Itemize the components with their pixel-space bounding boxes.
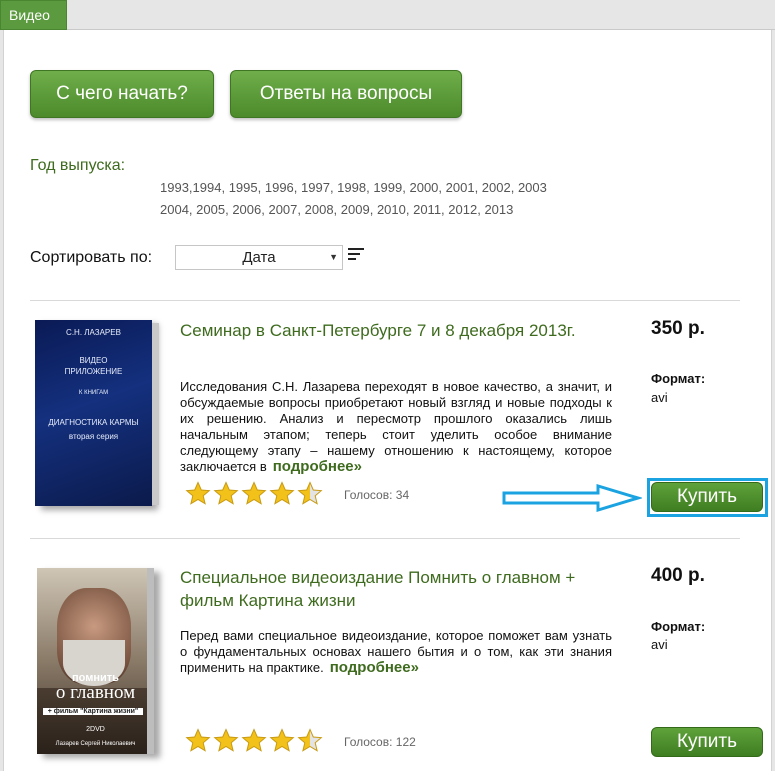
year-filter-label-colon: :	[120, 157, 126, 174]
cover-line: + фильм "Картина жизни"	[43, 708, 143, 715]
cover-line: 2DVD	[86, 726, 105, 733]
faq-button[interactable]: Ответы на вопросы	[230, 70, 462, 118]
star-icon[interactable]	[297, 481, 323, 507]
buy-button[interactable]: Купить	[651, 727, 763, 757]
year-link[interactable]: 2001,	[442, 180, 479, 195]
year-link[interactable]: 2009,	[337, 202, 374, 217]
year-link[interactable]: 2003	[514, 180, 547, 195]
cover-author: С.Н. ЛАЗАРЕВ	[66, 328, 121, 337]
right-arrow-icon	[502, 484, 642, 512]
product-price: 350 р.	[651, 318, 705, 339]
cover-line: ДИАГНОСТИКА КАРМЫ	[48, 418, 139, 427]
star-icon[interactable]	[269, 728, 295, 754]
year-link[interactable]: 2008,	[301, 202, 338, 217]
cover-line: К КНИГАМ	[78, 390, 109, 396]
star-icon[interactable]	[269, 481, 295, 507]
sort-select[interactable]: Дата ▼	[175, 245, 343, 270]
more-link[interactable]: подробнее»	[330, 659, 419, 676]
star-icon[interactable]	[213, 728, 239, 754]
star-icon[interactable]	[297, 728, 323, 754]
product-title[interactable]: Семинар в Санкт-Петербурге 7 и 8 декабря…	[180, 319, 580, 342]
star-icon[interactable]	[185, 481, 211, 507]
divider	[30, 300, 740, 301]
cover-line: вторая серия	[68, 432, 119, 441]
format-label: Формат:	[651, 619, 706, 634]
year-link[interactable]: 1993,	[160, 180, 193, 195]
year-list-row-1: 1993,1994, 1995, 1996, 1997, 1998, 1999,…	[160, 178, 620, 198]
year-filter-label: Год выпуска:	[30, 157, 125, 175]
buy-button[interactable]: Купить	[651, 482, 763, 512]
rating-stars[interactable]	[185, 481, 335, 507]
cover-line: о главном	[55, 682, 136, 703]
cover-line: Лазарев Сергей Николаевич	[55, 741, 136, 747]
year-link[interactable]: 1999,	[370, 180, 406, 195]
year-link[interactable]: 1995,	[225, 180, 262, 195]
year-link[interactable]: 2002,	[478, 180, 515, 195]
year-link[interactable]: 2007,	[265, 202, 301, 217]
product-description: Исследования С.Н. Лазарева переходят в н…	[180, 379, 612, 475]
year-link[interactable]: 1994,	[193, 180, 226, 195]
star-icon[interactable]	[241, 481, 267, 507]
product-cover-image[interactable]: помнить о главном + фильм "Картина жизни…	[37, 568, 154, 754]
cover-spine	[152, 323, 159, 505]
chevron-down-icon: ▼	[329, 252, 338, 262]
start-here-button[interactable]: С чего начать?	[30, 70, 214, 118]
product-description-text: Исследования С.Н. Лазарева переходят в н…	[180, 379, 612, 474]
year-link[interactable]: 2013	[481, 202, 513, 217]
format-value: avi	[651, 637, 668, 652]
tab-video[interactable]: Видео	[0, 0, 67, 30]
year-link[interactable]: 2000,	[406, 180, 442, 195]
format-label: Формат:	[651, 371, 706, 386]
year-link[interactable]: 2011,	[409, 202, 445, 217]
format-value: avi	[651, 390, 668, 405]
sort-label: Сортировать по:	[30, 249, 153, 266]
year-link[interactable]: 1997,	[297, 180, 334, 195]
content-panel: С чего начать? Ответы на вопросы Год вып…	[3, 30, 772, 771]
year-link[interactable]: 2012,	[445, 202, 481, 217]
year-link[interactable]: 2004,	[160, 202, 193, 217]
product-title[interactable]: Специальное видеоиздание Помнить о главн…	[180, 566, 580, 612]
year-link[interactable]: 1996,	[261, 180, 298, 195]
more-link[interactable]: подробнее»	[273, 458, 362, 475]
product-description: Перед вами специальное видеоиздание, кот…	[180, 628, 612, 676]
year-list-row-2: 2004, 2005, 2006, 2007, 2008, 2009, 2010…	[160, 200, 620, 220]
cover-line: ВИДЕО	[79, 356, 108, 365]
sort-lines-icon[interactable]	[348, 248, 364, 264]
star-icon[interactable]	[185, 728, 211, 754]
star-icon[interactable]	[213, 481, 239, 507]
tab-bar: Видео	[0, 0, 775, 30]
year-link[interactable]: 2010,	[373, 202, 410, 217]
votes-count: Голосов: 34	[344, 488, 410, 502]
votes-count: Голосов: 122	[344, 735, 416, 749]
rating-stars[interactable]	[185, 728, 335, 754]
year-link[interactable]: 2006,	[229, 202, 265, 217]
cover-line: ПРИЛОЖЕНИЕ	[64, 367, 123, 376]
product-price: 400 р.	[651, 565, 705, 586]
year-link[interactable]: 1998,	[334, 180, 370, 195]
product-cover-image[interactable]: С.Н. ЛАЗАРЕВ ВИДЕО ПРИЛОЖЕНИЕ К КНИГАМ Д…	[35, 320, 159, 506]
divider	[30, 538, 740, 539]
year-filter-label-text: Год выпуска	[30, 157, 121, 174]
star-icon[interactable]	[241, 728, 267, 754]
year-link[interactable]: 2005,	[193, 202, 229, 217]
sort-select-value: Дата	[242, 249, 276, 266]
